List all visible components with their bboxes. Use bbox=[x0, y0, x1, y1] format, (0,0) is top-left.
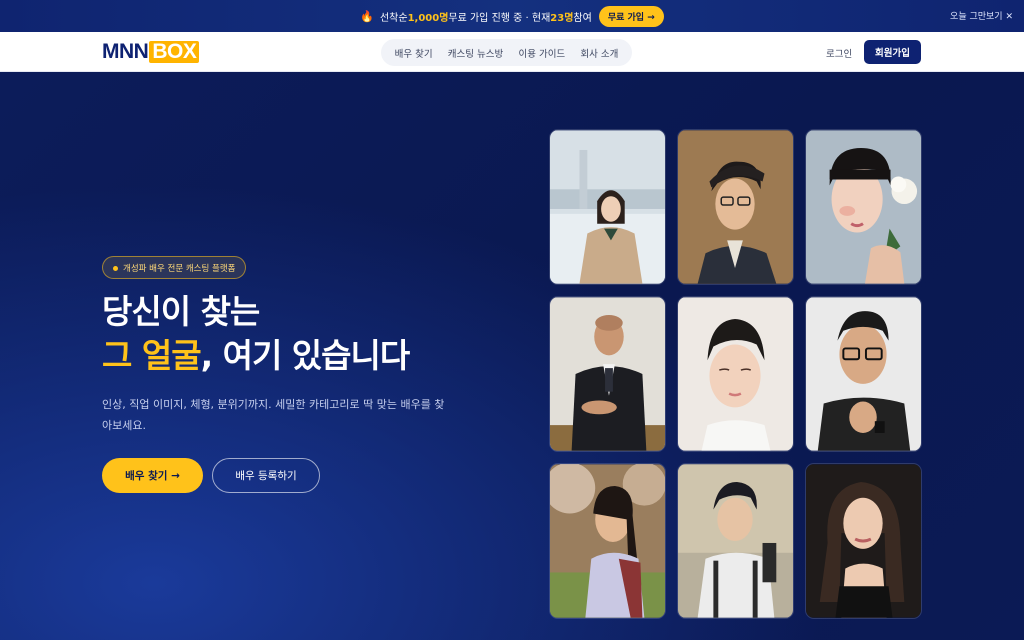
hero-badge-label: 개성파 배우 전문 캐스팅 플랫폼 bbox=[123, 263, 236, 274]
actor-photo[interactable] bbox=[677, 129, 794, 285]
actor-photo-grid bbox=[549, 129, 922, 621]
hero-title: 당신이 찾는 그 얼굴, 여기 있습니다 bbox=[102, 290, 411, 378]
promo-signup-button[interactable]: 무료 가입 → bbox=[598, 5, 664, 27]
nav-item-about[interactable]: 회사 소개 bbox=[580, 46, 618, 60]
promo-text-prefix: 선착순 bbox=[379, 12, 408, 24]
actor-photo[interactable] bbox=[805, 129, 922, 285]
hero-title-accent: 그 얼굴 bbox=[102, 336, 202, 375]
actor-photo[interactable] bbox=[805, 296, 922, 452]
hero-badge: 개성파 배우 전문 캐스팅 플랫폼 bbox=[102, 256, 247, 279]
actor-photo[interactable] bbox=[677, 296, 794, 452]
actor-photo-image bbox=[550, 130, 665, 284]
promo-highlight-current: 23명 bbox=[550, 12, 574, 24]
nav-item-guide[interactable]: 이용 가이드 bbox=[518, 46, 565, 60]
nav-item-find-actors[interactable]: 배우 찾기 bbox=[395, 46, 433, 60]
nav-item-casting-news[interactable]: 캐스팅 뉴스방 bbox=[448, 46, 503, 60]
hero-title-rest: , 여기 있습니다 bbox=[200, 336, 411, 375]
actor-photo-image bbox=[678, 464, 793, 618]
site-header: MNN BOX 배우 찾기 캐스팅 뉴스방 이용 가이드 회사 소개 로그인 회… bbox=[0, 32, 1024, 72]
logo-box-text: BOX bbox=[149, 41, 200, 63]
promo-text-suffix: 참여 bbox=[573, 12, 592, 24]
signup-button[interactable]: 회원가입 bbox=[864, 40, 921, 64]
badge-dot-icon bbox=[113, 266, 118, 271]
actor-photo[interactable] bbox=[549, 129, 666, 285]
actor-photo[interactable] bbox=[549, 463, 666, 619]
find-actors-button[interactable]: 배우 찾기 → bbox=[102, 458, 203, 493]
site-logo[interactable]: MNN BOX bbox=[102, 40, 200, 64]
actor-photo[interactable] bbox=[549, 296, 666, 452]
logo-mnn-text: MNN bbox=[102, 40, 149, 63]
promo-highlight-count: 1,000명 bbox=[407, 12, 449, 24]
login-link[interactable]: 로그인 bbox=[826, 46, 852, 60]
register-actor-button[interactable]: 배우 등록하기 bbox=[212, 458, 320, 493]
actor-photo-image bbox=[806, 464, 921, 618]
actor-photo-image bbox=[806, 297, 921, 451]
actor-photo-image bbox=[678, 297, 793, 451]
hero-description: 인상, 직업 이미지, 체형, 분위기까지. 세밀한 카테고리로 딱 맞는 배우… bbox=[102, 398, 445, 432]
fire-icon: 🔥 bbox=[360, 9, 374, 23]
actor-photo-image bbox=[806, 130, 921, 284]
actor-photo-image bbox=[550, 297, 665, 451]
actor-photo-image bbox=[550, 464, 665, 618]
actor-photo[interactable] bbox=[805, 463, 922, 619]
promo-text-middle: 무료 가입 진행 중 · 현재 bbox=[448, 12, 551, 24]
actor-photo[interactable] bbox=[677, 463, 794, 619]
hero-title-line1: 당신이 찾는 bbox=[102, 292, 260, 331]
actor-photo-image bbox=[678, 130, 793, 284]
hero-title-line2: 그 얼굴, 여기 있습니다 bbox=[102, 334, 411, 378]
promo-dismiss-button[interactable]: 오늘 그만보기 ✕ bbox=[950, 9, 1013, 22]
main-nav: 배우 찾기 캐스팅 뉴스방 이용 가이드 회사 소개 bbox=[381, 39, 632, 66]
promo-banner: 🔥 선착순 1,000명 무료 가입 진행 중 · 현재 23명 참여 무료 가… bbox=[0, 0, 1024, 32]
hero-section: 개성파 배우 전문 캐스팅 플랫폼 당신이 찾는 그 얼굴, 여기 있습니다 인… bbox=[0, 72, 1024, 640]
